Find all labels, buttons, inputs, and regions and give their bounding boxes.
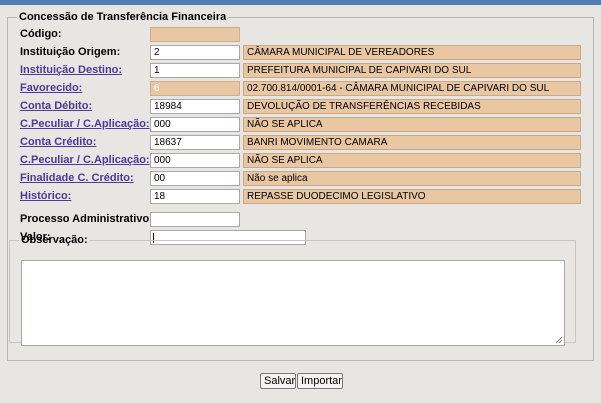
code-input[interactable]: 18984 [150,99,240,114]
code-input[interactable]: 2 [150,45,240,60]
resize-grip-icon[interactable] [555,336,563,344]
field-label[interactable]: Conta Débito: [20,100,92,112]
field-label[interactable]: Instituição Destino: [20,64,122,76]
description-field: Não se aplica [243,171,581,186]
code-input[interactable]: 00 [150,171,240,186]
code-input[interactable]: 18 [150,189,240,204]
code-input: 6 [150,81,240,96]
description-field: REPASSE DUODECIMO LEGISLATIVO [243,189,581,204]
code-input[interactable]: 18637 [150,135,240,150]
description-field: NÃO SE APLICA [243,117,581,132]
observacao-textarea[interactable] [21,260,565,346]
description-field: 02.700.814/0001-64 - CÂMARA MUNICIPAL DE… [243,81,581,96]
description-field: PREFEITURA MUNICIPAL DE CAPIVARI DO SUL [243,63,581,78]
field-label[interactable]: Finalidade C. Crédito: [20,172,134,184]
description-field: BANRI MOVIMENTO CAMARA [243,135,581,150]
field-label[interactable]: Favorecido: [20,82,82,94]
description-field: DEVOLUÇÃO DE TRANSFERÊNCIAS RECEBIDAS [243,99,581,114]
form-title: Concessão de Transferência Financeira [19,11,227,23]
code-input[interactable]: 000 [150,117,240,132]
field-label[interactable]: Conta Crédito: [20,136,96,148]
field-label: Instituição Origem: [20,46,121,58]
field-label: Código: [20,28,62,40]
processo-label: Processo Administrativo: [20,213,153,225]
observacao-group: Observação: [9,234,576,346]
description-field: CÂMARA MUNICIPAL DE VEREADORES [243,45,581,60]
description-field: NÃO SE APLICA [243,153,581,168]
import-button[interactable]: Importar [297,373,343,389]
top-accent-bar [0,0,601,5]
observacao-title: Observação: [21,234,88,246]
field-label[interactable]: Histórico: [20,190,71,202]
save-button[interactable]: Salvar [260,373,296,389]
code-input [150,27,240,42]
code-input[interactable]: 1 [150,63,240,78]
processo-input[interactable] [150,212,240,227]
code-input[interactable]: 000 [150,153,240,168]
field-label[interactable]: C.Peculiar / C.Aplicação: [20,154,150,166]
field-label[interactable]: C.Peculiar / C.Aplicação: [20,118,150,130]
